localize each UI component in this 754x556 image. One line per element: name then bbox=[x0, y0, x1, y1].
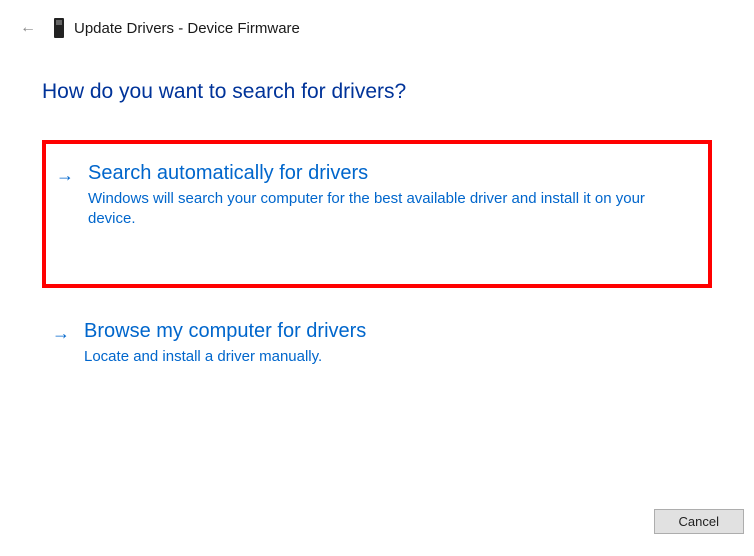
dialog-footer: Cancel bbox=[654, 509, 744, 534]
option-title: Browse my computer for drivers bbox=[84, 320, 698, 343]
option-description: Locate and install a driver manually. bbox=[84, 347, 644, 367]
dialog-header: ← Update Drivers - Device Firmware bbox=[0, 0, 754, 48]
arrow-right-icon: → bbox=[52, 320, 70, 346]
option-body: Search automatically for drivers Windows… bbox=[88, 162, 694, 230]
option-body: Browse my computer for drivers Locate an… bbox=[84, 320, 698, 367]
arrow-right-icon: → bbox=[56, 162, 74, 188]
option-description: Windows will search your computer for th… bbox=[88, 189, 648, 230]
page-title: How do you want to search for drivers? bbox=[42, 80, 712, 104]
option-browse-computer[interactable]: → Browse my computer for drivers Locate … bbox=[42, 302, 712, 385]
cancel-button[interactable]: Cancel bbox=[654, 509, 744, 534]
dialog-title: Update Drivers - Device Firmware bbox=[74, 20, 300, 37]
dialog-content: How do you want to search for drivers? →… bbox=[0, 48, 754, 385]
option-title: Search automatically for drivers bbox=[88, 162, 694, 185]
option-search-automatically[interactable]: → Search automatically for drivers Windo… bbox=[42, 140, 712, 288]
device-firmware-icon bbox=[54, 18, 64, 38]
back-arrow-icon[interactable]: ← bbox=[16, 19, 40, 37]
